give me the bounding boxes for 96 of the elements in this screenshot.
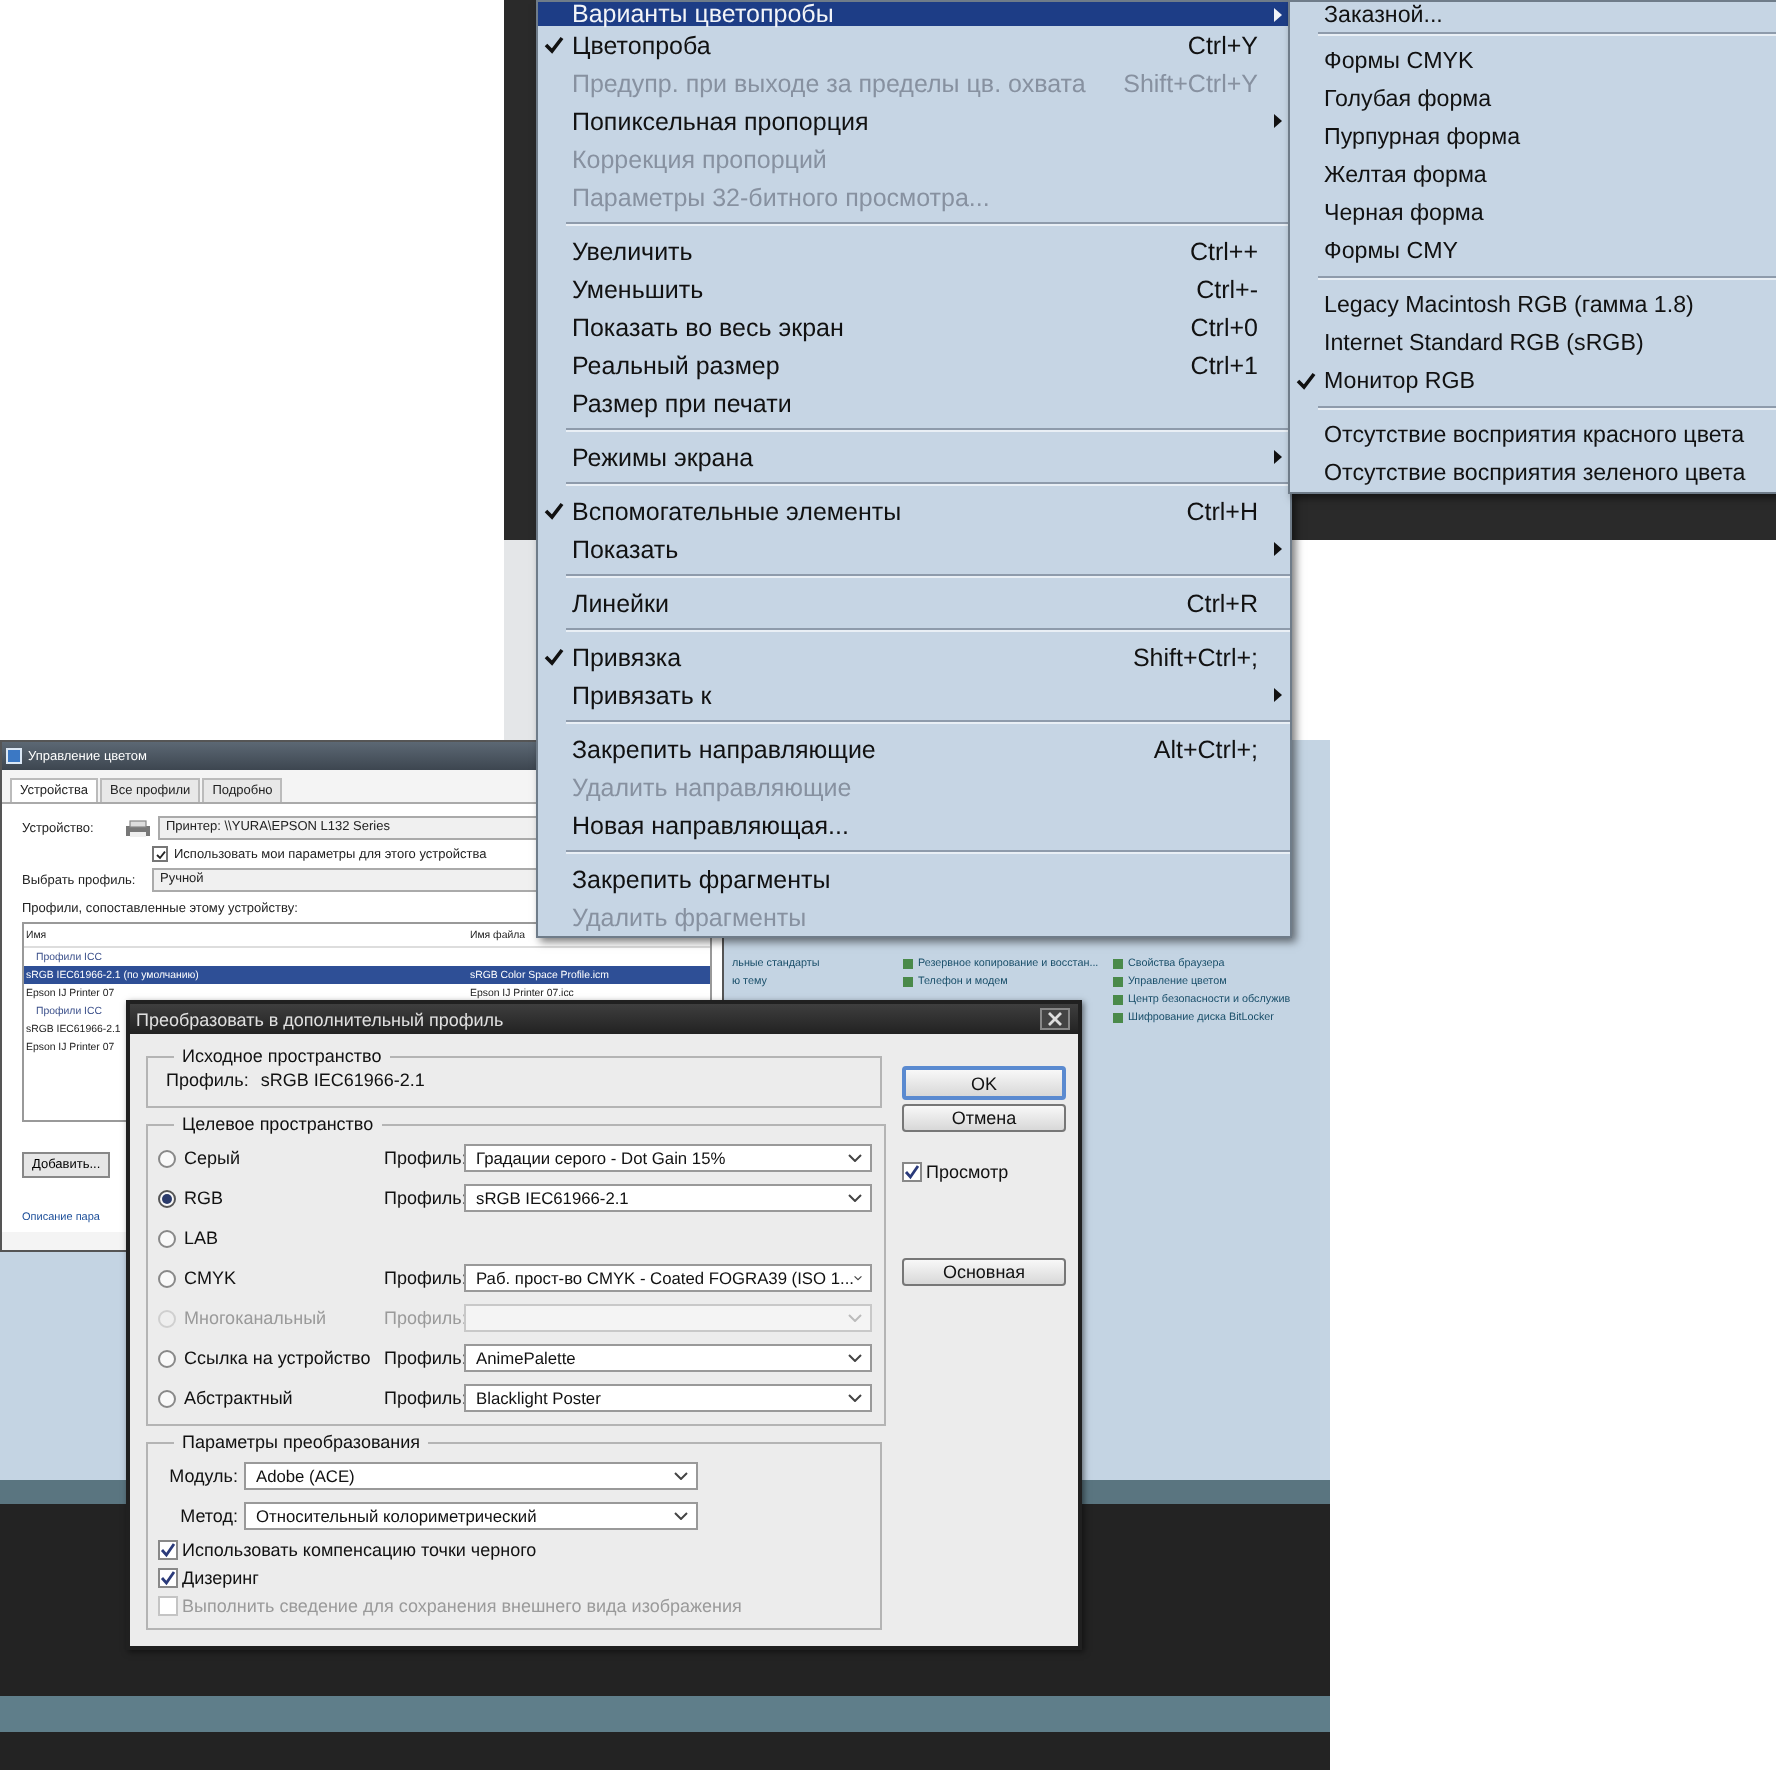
checkbox-label: Использовать компенсацию точки черного — [182, 1540, 537, 1560]
field-label: Профиль: — [384, 1268, 460, 1288]
dropdown[interactable]: Градации серого - Dot Gain 15% — [464, 1144, 872, 1172]
shortcut-label: Ctrl+Y — [1187, 31, 1258, 59]
menu-item[interactable]: Цветопроба Ctrl+Y — [538, 26, 1290, 64]
menu-item[interactable]: Монитор RGB — [1290, 362, 1776, 400]
menu-item[interactable]: Показать во весь экран Ctrl+0 — [538, 308, 1290, 346]
dialog-title: Преобразовать в дополнительный профиль — [136, 1009, 504, 1029]
menu-item[interactable]: Линейки Ctrl+R — [538, 584, 1290, 622]
shortcut-label: Shift+Ctrl+; — [1132, 643, 1258, 671]
field-label: Профиль: — [166, 1070, 249, 1090]
group-title: Исходное пространство — [180, 1046, 384, 1066]
checkbox-label: Дизеринг — [182, 1568, 259, 1588]
close-icon — [1048, 1012, 1062, 1026]
button[interactable]: Основная — [902, 1258, 1066, 1286]
radio-button[interactable] — [158, 1229, 176, 1247]
radio-label: Абстрактный — [182, 1388, 295, 1408]
menu-item[interactable]: Отсутствие восприятия зеленого цвета — [1290, 454, 1776, 492]
menu-item[interactable]: Формы CMYK — [1290, 42, 1776, 80]
dropdown[interactable]: sRGB IEC61966-2.1 — [464, 1184, 872, 1212]
window-icon — [6, 748, 22, 764]
menu-item[interactable]: Пурпурная форма — [1290, 118, 1776, 156]
check-icon — [155, 849, 165, 859]
menu-item[interactable]: Показать — [538, 530, 1290, 568]
radio-button[interactable] — [158, 1389, 176, 1407]
close-button[interactable] — [1040, 1008, 1070, 1030]
menu-item[interactable]: Legacy Macintosh RGB (гамма 1.8) — [1290, 286, 1776, 324]
shortcut-label: Ctrl+R — [1186, 589, 1258, 617]
caret-icon — [674, 1512, 688, 1520]
field-label: Профиль: — [384, 1308, 460, 1328]
menu-item[interactable]: Internet Standard RGB (sRGB) — [1290, 324, 1776, 362]
caret-icon — [848, 1194, 862, 1202]
menu-item[interactable]: Уменьшить Ctrl+- — [538, 270, 1290, 308]
shortcut-label: Ctrl+- — [1196, 275, 1258, 303]
field-label: Метод: — [178, 1506, 238, 1526]
radio-label: Серый — [182, 1148, 243, 1168]
dropdown[interactable]: Blacklight Poster — [464, 1384, 872, 1412]
caret-icon — [854, 1274, 862, 1282]
radio-button[interactable] — [158, 1349, 176, 1367]
field-label: Профиль: — [384, 1148, 460, 1168]
shortcut-label: Ctrl++ — [1189, 237, 1258, 265]
dropdown[interactable]: Раб. прост-во CMYK - Coated FOGRA39 (ISO 1... — [464, 1264, 872, 1292]
button[interactable]: OK — [902, 1066, 1066, 1100]
checkbox-label: Просмотр — [926, 1162, 1009, 1182]
menu-item[interactable]: Голубая форма — [1290, 80, 1776, 118]
group-title: Параметры преобразования — [180, 1432, 423, 1452]
radio-button[interactable] — [158, 1149, 176, 1167]
field-label: Модуль: — [167, 1466, 238, 1486]
menu-item[interactable]: Попиксельная пропорция — [538, 102, 1290, 140]
printer-icon — [124, 819, 152, 837]
checkbox[interactable] — [158, 1568, 178, 1588]
shortcut-label: Ctrl+0 — [1190, 313, 1258, 341]
group-title: Целевое пространство — [180, 1114, 376, 1134]
profile-value: sRGB IEC61966-2.1 — [260, 1070, 425, 1090]
menu-item[interactable]: Варианты цветопробы — [538, 2, 1290, 26]
check-icon — [904, 1164, 920, 1180]
radio-label: Многоканальный — [182, 1308, 329, 1328]
checkbox[interactable] — [158, 1540, 178, 1560]
dropdown[interactable]: AnimePalette — [464, 1344, 872, 1372]
field-label: Профиль: — [384, 1348, 460, 1368]
radio-button[interactable] — [158, 1269, 176, 1287]
field-label: Профиль: — [384, 1388, 460, 1408]
menu-item[interactable]: Увеличить Ctrl++ — [538, 232, 1290, 270]
menu-item[interactable]: Размер при печати — [538, 384, 1290, 422]
checkbox[interactable] — [902, 1162, 922, 1182]
shortcut-label: Shift+Ctrl+Y — [1123, 69, 1258, 97]
menu-item[interactable]: Желтая форма — [1290, 156, 1776, 194]
caret-icon — [674, 1472, 688, 1480]
menu-item[interactable]: Закрепить направляющие Alt+Ctrl+; — [538, 730, 1290, 768]
menu-item[interactable]: Режимы экрана — [538, 438, 1290, 476]
shortcut-label: Ctrl+H — [1186, 497, 1258, 525]
field-label: Профиль: — [384, 1188, 460, 1208]
menu-item[interactable]: Реальный размер Ctrl+1 — [538, 346, 1290, 384]
menu-item[interactable]: Черная форма — [1290, 194, 1776, 232]
menu-item[interactable]: Вспомогательные элементы Ctrl+H — [538, 492, 1290, 530]
menu-item[interactable]: Привязка Shift+Ctrl+; — [538, 638, 1290, 676]
caret-icon — [848, 1394, 862, 1402]
menu-item[interactable]: Привязать к — [538, 676, 1290, 714]
button[interactable]: Отмена — [902, 1104, 1066, 1132]
radio-label: RGB — [182, 1188, 226, 1208]
caret-icon — [848, 1314, 862, 1322]
radio-button[interactable] — [158, 1189, 176, 1207]
menu-item[interactable]: Формы CMY — [1290, 232, 1776, 270]
radio-label: CMYK — [182, 1268, 239, 1288]
shortcut-label: Alt+Ctrl+; — [1153, 735, 1258, 763]
menu-item[interactable]: Отсутствие восприятия красного цвета — [1290, 416, 1776, 454]
dropdown[interactable]: Относительный колориметрический — [244, 1502, 698, 1530]
checkbox[interactable] — [152, 846, 168, 862]
caret-icon — [848, 1354, 862, 1362]
shortcut-label: Ctrl+1 — [1190, 351, 1258, 379]
menu-item[interactable]: Заказной... — [1290, 2, 1776, 26]
checkbox-label: Выполнить сведение для сохранения внешнего вида изображения — [182, 1596, 742, 1616]
radio-label: LAB — [182, 1228, 221, 1248]
dropdown[interactable]: Adobe (ACE) — [244, 1462, 698, 1490]
caret-icon — [848, 1154, 862, 1162]
radio-label: Ссылка на устройство — [182, 1348, 373, 1368]
